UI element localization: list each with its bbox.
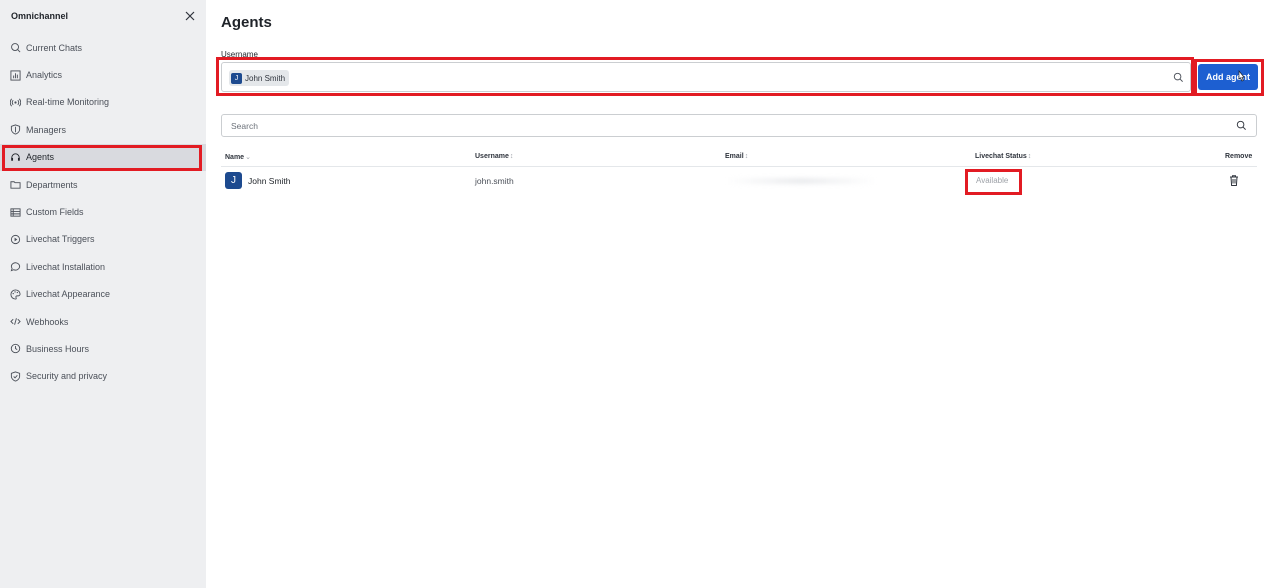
sidebar-item-analytics[interactable]: Analytics (0, 61, 206, 88)
bar-chart-icon (10, 70, 21, 81)
column-header-email[interactable]: Email↕ (725, 153, 748, 160)
column-header-livechat-status[interactable]: Livechat Status↕ (975, 153, 1031, 160)
sidebar-item-departments[interactable]: Departments (0, 171, 206, 198)
sidebar-item-label: Agents (26, 152, 55, 163)
table-header: Name⌄ Username↕ Email↕ Livechat Status↕ … (221, 150, 1257, 167)
sidebar-item-current-chats[interactable]: Current Chats (0, 34, 206, 61)
username-autocomplete-input[interactable]: J John Smith (221, 62, 1191, 92)
selected-user-name: John Smith (245, 73, 286, 83)
code-icon (10, 316, 21, 327)
palette-icon (10, 289, 21, 300)
page-title: Agents (221, 14, 272, 31)
close-icon[interactable] (183, 9, 197, 23)
chat-bubble-icon (10, 261, 21, 272)
sidebar-title: Omnichannel (11, 11, 69, 21)
mouse-cursor-icon (1238, 70, 1245, 82)
sidebar-item-livechat-appearance[interactable]: Livechat Appearance (0, 281, 206, 308)
shield-icon (10, 124, 21, 135)
sidebar-item-agents[interactable]: Agents (0, 143, 206, 171)
column-header-username[interactable]: Username↕ (475, 153, 513, 160)
sidebar: Omnichannel Current Chats Analytics Real… (0, 0, 206, 588)
sidebar-item-livechat-installation[interactable]: Livechat Installation (0, 253, 206, 280)
trash-icon[interactable] (1228, 174, 1240, 187)
sidebar-item-label: Managers (26, 124, 67, 135)
chat-search-icon (10, 42, 21, 53)
table-row[interactable]: J John Smith john.smith Available (221, 167, 1257, 195)
sidebar-item-livechat-triggers[interactable]: Livechat Triggers (0, 226, 206, 253)
list-icon (10, 207, 21, 218)
sidebar-item-label: Webhooks (26, 316, 69, 327)
agent-livechat-status: Available (976, 176, 1009, 185)
sidebar-header: Omnichannel (11, 10, 197, 24)
sidebar-item-label: Current Chats (26, 42, 83, 53)
sidebar-item-label: Business Hours (26, 343, 90, 354)
clock-icon (10, 343, 21, 354)
sidebar-item-custom-fields[interactable]: Custom Fields (0, 198, 206, 225)
sidebar-item-managers[interactable]: Managers (0, 116, 206, 143)
sidebar-item-label: Analytics (26, 70, 63, 81)
search-placeholder: Search (231, 121, 258, 131)
agent-username: john.smith (475, 176, 514, 186)
sidebar-item-label: Livechat Installation (26, 261, 106, 272)
sidebar-item-security-and-privacy[interactable]: Security and privacy (0, 363, 206, 390)
username-label: Username (221, 50, 258, 59)
sidebar-item-webhooks[interactable]: Webhooks (0, 308, 206, 335)
agent-name: John Smith (248, 176, 291, 186)
headset-icon (10, 152, 21, 163)
broadcast-icon (10, 97, 21, 108)
add-agent-button[interactable]: Add agent (1198, 64, 1258, 90)
column-header-remove: Remove (1225, 153, 1253, 160)
main-content: Agents Username J John Smith Add agent S… (206, 0, 1264, 588)
sidebar-item-label: Custom Fields (26, 207, 84, 218)
column-header-name[interactable]: Name⌄ (225, 153, 251, 161)
agents-search-input[interactable]: Search (221, 114, 1257, 137)
search-icon (1173, 72, 1184, 83)
sidebar-item-label: Livechat Triggers (26, 234, 95, 245)
avatar: J (225, 172, 242, 189)
agent-email-redacted (726, 178, 876, 184)
folder-icon (10, 179, 21, 190)
sidebar-nav: Current Chats Analytics Real-time Monito… (0, 34, 206, 390)
shield-check-icon (10, 371, 21, 382)
sidebar-item-label: Security and privacy (26, 371, 108, 382)
sidebar-item-label: Real-time Monitoring (26, 97, 110, 108)
agents-table: Name⌄ Username↕ Email↕ Livechat Status↕ … (221, 150, 1257, 195)
sidebar-item-real-time-monitoring[interactable]: Real-time Monitoring (0, 89, 206, 116)
avatar: J (231, 72, 242, 84)
sidebar-item-business-hours[interactable]: Business Hours (0, 335, 206, 362)
trigger-icon (10, 234, 21, 245)
sidebar-item-label: Departments (26, 179, 78, 190)
sidebar-item-label: Livechat Appearance (26, 289, 111, 300)
selected-user-chip[interactable]: J John Smith (229, 70, 290, 86)
search-icon (1236, 120, 1247, 131)
